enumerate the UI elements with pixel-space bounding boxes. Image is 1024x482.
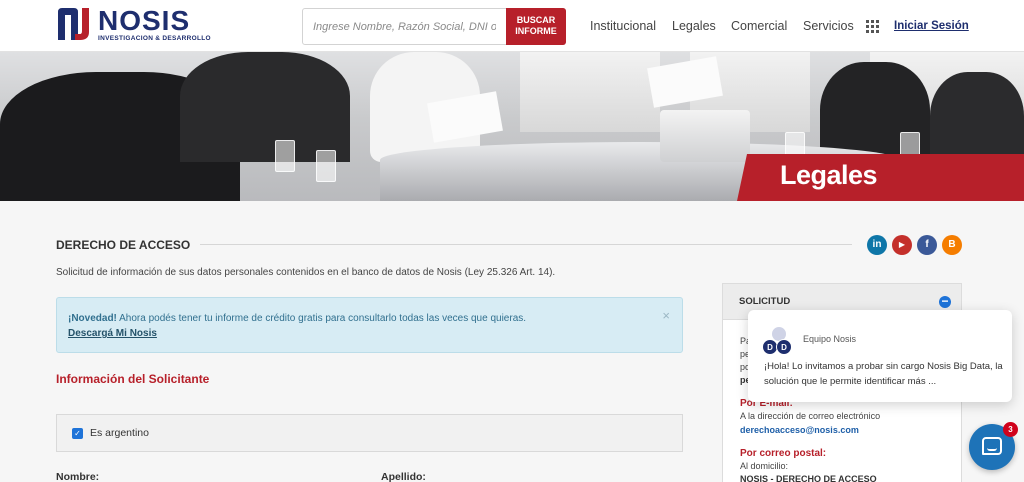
avatar: D [776, 339, 792, 355]
search-report-button[interactable]: BUSCAR INFORME [506, 8, 566, 45]
banner-conference-phone [660, 110, 750, 162]
chat-message: ¡Hola! Lo invitamos a probar sin cargo N… [764, 361, 1003, 387]
mail-address: NOSIS - DERECHO DE ACCESO [740, 474, 877, 482]
search-bar: BUSCAR INFORME [302, 8, 566, 45]
unread-count-badge: 3 [1003, 422, 1018, 437]
search-button-line2: INFORME [515, 26, 557, 36]
nosis-logo[interactable]: NOSIS INVESTIGACION & DESARROLLO [56, 5, 211, 44]
banner-person [180, 52, 350, 162]
youtube-icon[interactable]: ▶ [892, 235, 912, 255]
hero-banner: Legales [0, 52, 1024, 201]
banner-glass [275, 140, 295, 172]
chat-bubble-icon [982, 437, 1002, 455]
chat-team-name: Equipo Nosis [803, 334, 857, 344]
section-title: DERECHO DE ACCESO [56, 238, 191, 252]
nav-institucional[interactable]: Institucional [590, 0, 656, 52]
email-address-link[interactable]: derechoacceso@nosis.com [740, 424, 859, 437]
collapse-icon[interactable]: − [939, 295, 951, 308]
form-section-title: Información del Solicitante [56, 372, 210, 386]
top-header: NOSIS INVESTIGACION & DESARROLLO BUSCAR … [0, 0, 1024, 52]
blogger-icon[interactable]: B [942, 235, 962, 255]
alert-text: Ahora podés tener tu informe de crédito … [116, 313, 527, 324]
panel-title: SOLICITUD [739, 296, 791, 307]
alert-close-icon[interactable]: × [662, 308, 670, 323]
checkbox-label: Es argentino [90, 427, 149, 439]
banner-title: Legales [780, 160, 878, 190]
nav-legales[interactable]: Legales [672, 0, 716, 52]
checkbox-checked-icon[interactable]: ✓ [72, 427, 83, 439]
download-mi-nosis-link[interactable]: Descargá Mi Nosis [68, 326, 671, 341]
search-button-line1: BUSCAR [516, 15, 556, 25]
news-alert: ¡Novedad! Ahora podés tener tu informe d… [56, 297, 683, 353]
banner-window [520, 52, 660, 132]
logo-brand: NOSIS [98, 5, 191, 36]
chat-avatars: D D [762, 326, 796, 356]
alert-strong: ¡Novedad! [68, 313, 117, 324]
search-input[interactable] [303, 9, 506, 44]
linkedin-icon[interactable]: in [867, 235, 887, 255]
nav-comercial[interactable]: Comercial [731, 0, 787, 52]
mail-heading: Por correo postal: [740, 448, 827, 459]
intro-text: Solicitud de información de sus datos pe… [56, 267, 556, 278]
name-field-label: Nombre: [56, 471, 100, 482]
banner-glass [316, 150, 336, 182]
chat-popup[interactable]: D D Equipo Nosis ¡Hola! Lo invitamos a p… [748, 310, 1012, 402]
mail-text: Al domicilio: [740, 461, 789, 471]
logo-mark-icon [58, 8, 89, 40]
nav-servicios[interactable]: Servicios [803, 0, 854, 52]
email-text: A la dirección de correo electrónico [740, 411, 881, 421]
argentine-checkbox-row[interactable]: ✓ Es argentino [56, 414, 683, 452]
apps-grid-icon[interactable] [866, 20, 879, 33]
surname-field-label: Apellido: [381, 471, 426, 482]
section-divider [200, 244, 852, 245]
logo-subtitle: INVESTIGACION & DESARROLLO [98, 35, 211, 42]
facebook-icon[interactable]: f [917, 235, 937, 255]
login-link[interactable]: Iniciar Sesión [894, 0, 969, 52]
